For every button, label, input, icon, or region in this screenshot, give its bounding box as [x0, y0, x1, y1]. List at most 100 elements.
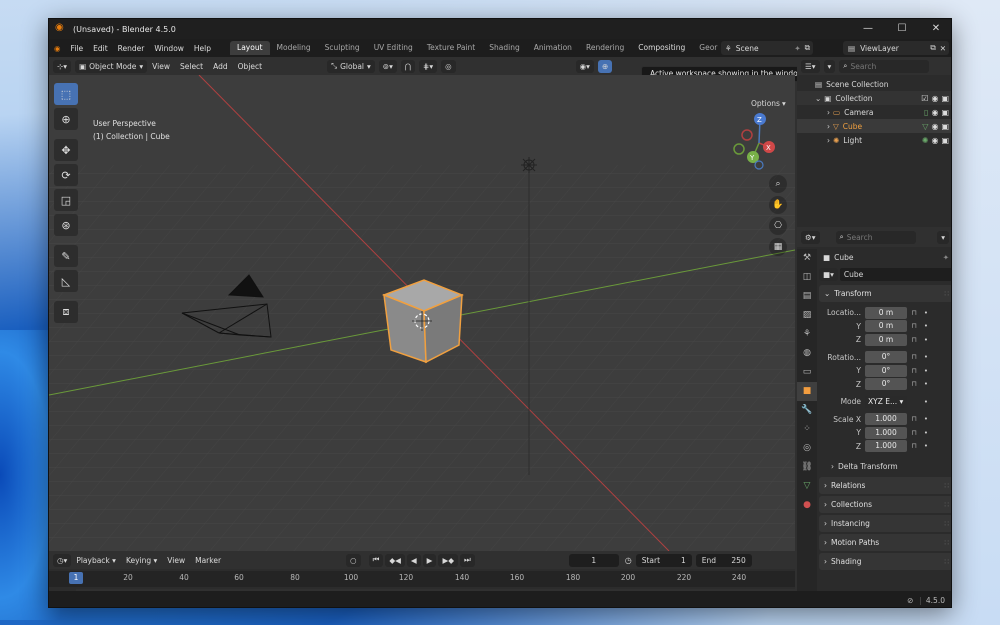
camera-render-icon[interactable]: ▣	[941, 94, 949, 103]
jump-end-button[interactable]: ⏭	[460, 553, 475, 567]
menu-playback[interactable]: Playback ▾	[71, 556, 121, 565]
add-cube-tool[interactable]: ⧈	[54, 301, 78, 323]
end-frame-field[interactable]: End 250	[695, 553, 752, 567]
keyframe-dot-icon[interactable]: •	[921, 442, 931, 450]
scale-y-field[interactable]: 1.000	[865, 426, 907, 439]
lock-icon[interactable]: ⊓	[907, 322, 921, 330]
menu-timeline-view[interactable]: View	[162, 556, 190, 565]
location-y-field[interactable]: 0 m	[865, 320, 907, 333]
tab-tool[interactable]: ⚒	[797, 249, 817, 268]
keyframe-dot-icon[interactable]: •	[921, 322, 931, 330]
rotation-y-field[interactable]: 0°	[865, 364, 907, 377]
expand-chevron-icon[interactable]: ›	[827, 136, 830, 145]
tab-render[interactable]: ◫	[797, 268, 817, 287]
drag-handle-icon[interactable]: ∷	[944, 557, 949, 566]
lock-icon[interactable]: ⊓	[907, 442, 921, 450]
eye-icon[interactable]: ◉	[931, 94, 938, 103]
orientation-dropdown[interactable]: ⤡ Global ▾	[327, 59, 375, 73]
pivot-dropdown[interactable]: ⊚ ▾	[378, 59, 397, 73]
scale-x-field[interactable]: 1.000	[865, 413, 907, 426]
keyframe-dot-icon[interactable]: •	[921, 309, 931, 317]
camera-render-icon[interactable]: ▣	[941, 122, 949, 131]
lock-icon[interactable]: ⊓	[907, 309, 921, 317]
object-name-field[interactable]: Cube	[839, 267, 951, 281]
snap-target-dropdown[interactable]: ⋕ ▾	[419, 59, 438, 73]
menu-keying[interactable]: Keying ▾	[121, 556, 162, 565]
relations-panel-header[interactable]: › Relations ∷	[819, 477, 951, 494]
tab-shading[interactable]: Shading	[482, 41, 526, 55]
lock-icon[interactable]: ⊓	[907, 415, 921, 423]
properties-search-field[interactable]: ⌕ Search	[835, 230, 916, 244]
proportional-edit-toggle[interactable]: ◎	[441, 59, 456, 73]
lock-icon[interactable]: ⊓	[907, 336, 921, 344]
start-frame-field[interactable]: Start 1	[635, 553, 692, 567]
motion-paths-panel-header[interactable]: › Motion Paths ∷	[819, 534, 951, 551]
tab-texture-paint[interactable]: Texture Paint	[420, 41, 482, 55]
tab-collection[interactable]: ▭	[797, 363, 817, 382]
tab-compositing[interactable]: Compositing	[631, 41, 692, 55]
delta-transform-subpanel[interactable]: › Delta Transform	[819, 457, 951, 475]
cursor-tool[interactable]: ⊕	[54, 108, 78, 130]
timeline-editor-type-dropdown[interactable]: ◷ ▾	[53, 553, 72, 567]
camera-view-button[interactable]: ⎔	[769, 217, 787, 235]
drag-handle-icon[interactable]: ∷	[944, 500, 949, 509]
keyframe-dot-icon[interactable]: •	[921, 367, 931, 375]
menu-file[interactable]: File	[66, 44, 89, 53]
eye-icon[interactable]: ◉	[931, 122, 938, 131]
menu-edit[interactable]: Edit	[88, 44, 113, 53]
keyframe-dot-icon[interactable]: •	[921, 415, 931, 423]
options-dropdown[interactable]: Options ▾	[747, 97, 790, 110]
keyframe-dot-icon[interactable]: •	[921, 353, 931, 361]
eye-icon[interactable]: ◉	[931, 136, 938, 145]
location-x-field[interactable]: 0 m	[865, 306, 907, 319]
lock-icon[interactable]: ⊓	[907, 380, 921, 388]
tab-world[interactable]: ◍	[797, 344, 817, 363]
tab-sculpting[interactable]: Sculpting	[318, 41, 367, 55]
tab-view-layer[interactable]: ▨	[797, 306, 817, 325]
editor-type-dropdown[interactable]: ⊹ ▾	[53, 59, 72, 73]
rotation-x-field[interactable]: 0°	[865, 351, 907, 364]
auto-keying-toggle[interactable]: ○	[346, 553, 361, 567]
jump-start-button[interactable]: ⏮	[368, 553, 384, 567]
shading-panel-header[interactable]: › Shading ∷	[819, 553, 951, 570]
blender-menu-icon[interactable]: ◉	[49, 44, 66, 53]
tab-particles[interactable]: ⁘	[797, 420, 817, 439]
zoom-button[interactable]: ⌕	[769, 175, 787, 193]
close-button[interactable]: ✕	[919, 19, 951, 39]
eye-icon[interactable]: ◉	[931, 108, 938, 117]
outliner-editor-type-dropdown[interactable]: ☰ ▾	[801, 59, 820, 73]
viewport-visibility-dropdown[interactable]: ◉ ▾	[575, 59, 594, 73]
remove-view-layer-icon[interactable]: ✕	[940, 44, 946, 53]
tab-animation[interactable]: Animation	[527, 41, 579, 55]
transform-tool[interactable]: ⊛	[54, 214, 78, 236]
play-button[interactable]: ▶	[422, 553, 437, 567]
move-tool[interactable]: ✥	[54, 139, 78, 161]
lock-icon[interactable]: ⊓	[907, 367, 921, 375]
current-frame-field[interactable]: 1	[568, 553, 619, 567]
pin-icon[interactable]: ✦	[943, 253, 949, 262]
expand-chevron-icon[interactable]: ›	[827, 108, 830, 117]
new-scene-icon[interactable]: ⧉	[805, 43, 810, 53]
collection-row[interactable]: ⌄ ▣ Collection ☑ ◉ ▣	[797, 91, 951, 105]
current-frame-indicator[interactable]: 1	[69, 572, 83, 584]
select-box-tool[interactable]: ⬚	[54, 83, 78, 105]
collapse-chevron-icon[interactable]: ⌄	[815, 94, 821, 103]
timeline-ruler[interactable]: 1 20 40 60 80 100 120 140 160 180 200 22…	[49, 571, 795, 587]
tab-constraints[interactable]: ⛓	[797, 458, 817, 477]
location-z-field[interactable]: 0 m	[865, 333, 907, 346]
projection-toggle-button[interactable]: ▦	[769, 238, 787, 256]
rotate-tool[interactable]: ⟳	[54, 164, 78, 186]
keyframe-dot-icon[interactable]: •	[921, 398, 931, 406]
menu-object[interactable]: Object	[233, 62, 267, 71]
keyframe-dot-icon[interactable]: •	[921, 429, 931, 437]
camera-render-icon[interactable]: ▣	[941, 136, 949, 145]
collections-panel-header[interactable]: › Collections ∷	[819, 496, 951, 513]
jump-keyframe-back-button[interactable]: ◆◀	[385, 553, 405, 567]
navigation-gizmo[interactable]: X Y Z	[733, 113, 775, 170]
lock-icon[interactable]: ⊓	[907, 429, 921, 437]
tab-geometry-nodes[interactable]: Geor	[692, 41, 724, 55]
drag-handle-icon[interactable]: ∷	[944, 538, 949, 547]
object-datablock-dropdown[interactable]: ■ ▾	[819, 267, 838, 281]
camera-render-icon[interactable]: ▣	[941, 108, 949, 117]
menu-help[interactable]: Help	[189, 44, 216, 53]
